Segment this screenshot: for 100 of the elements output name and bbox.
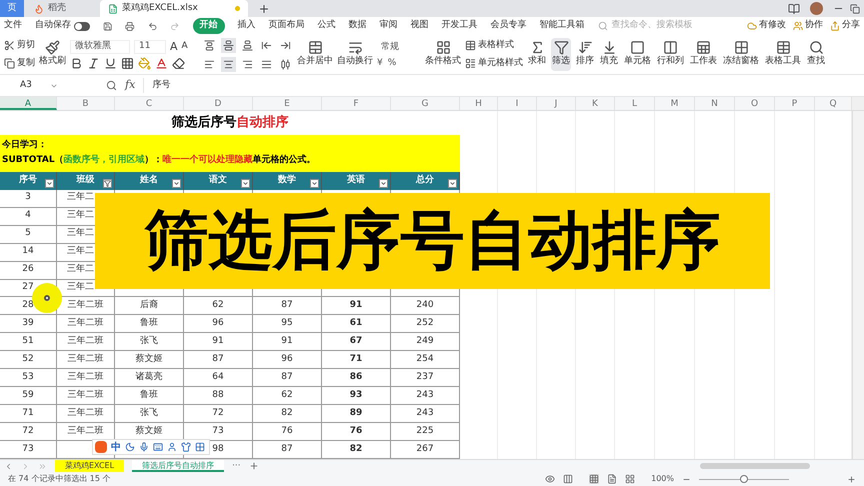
input-mode-label[interactable]: 中 — [111, 440, 121, 454]
menu-tab[interactable]: 页面布局 — [268, 19, 305, 33]
columns-icon[interactable] — [563, 474, 574, 484]
filter-dropdown-button[interactable] — [379, 178, 388, 188]
menu-tab[interactable]: 插入 — [238, 19, 256, 33]
normal-view-icon[interactable] — [589, 474, 600, 484]
person-icon[interactable] — [167, 442, 177, 452]
column-header[interactable]: F — [322, 97, 391, 110]
undo-icon[interactable] — [148, 20, 158, 32]
page-view-icon[interactable] — [607, 474, 618, 484]
menu-tab[interactable]: 智能工具箱 — [540, 19, 585, 33]
column-header[interactable]: D — [184, 97, 253, 110]
printer-icon[interactable] — [125, 20, 135, 32]
filter-dropdown-button[interactable] — [103, 178, 112, 188]
fill-color-icon[interactable] — [138, 56, 151, 70]
font-family-field[interactable]: 微软雅黑 — [70, 40, 130, 54]
keyboard-icon[interactable] — [153, 442, 163, 452]
copy-button[interactable]: 复制 — [4, 56, 35, 70]
column-header[interactable]: C — [115, 97, 184, 110]
autosave-toggle[interactable] — [74, 22, 90, 30]
shrink-font-button[interactable]: A — [182, 42, 188, 51]
microphone-icon[interactable] — [139, 442, 149, 452]
merge-center-button[interactable]: 合并居中 — [297, 40, 333, 69]
ribbon-tool-button[interactable]: 筛选 — [551, 38, 571, 71]
ribbon-tool-button[interactable]: 查找 — [806, 38, 826, 71]
column-header[interactable]: B — [57, 97, 115, 110]
menu-tab[interactable]: 会员专享 — [490, 19, 527, 33]
conditional-format-button[interactable]: 条件格式 — [425, 40, 461, 69]
menu-tab[interactable]: 开发工具 — [442, 19, 478, 33]
avatar-icon[interactable] — [810, 2, 823, 15]
grow-font-button[interactable]: A — [170, 41, 178, 52]
align-top-button[interactable] — [202, 38, 217, 52]
number-format-button[interactable]: ¥ — [377, 58, 383, 68]
header-action-button[interactable]: 有修改 — [747, 19, 786, 33]
column-header[interactable]: A — [0, 97, 57, 110]
filter-dropdown-button[interactable] — [241, 178, 250, 188]
cell-style-button[interactable]: 单元格样式 — [465, 56, 523, 70]
restore-icon[interactable] — [850, 4, 860, 14]
align-middle-button[interactable] — [221, 38, 236, 52]
eye-icon[interactable] — [545, 474, 556, 484]
wrap-text-button[interactable]: 自动换行 — [337, 40, 373, 69]
cut-button[interactable]: 剪切 — [4, 39, 35, 52]
column-header[interactable]: L — [615, 97, 655, 110]
menu-tab[interactable]: 数据 — [348, 19, 367, 33]
table-style-button[interactable]: 表格样式 — [465, 39, 523, 52]
add-sheet-icon[interactable] — [248, 461, 259, 471]
header-action-button[interactable]: 分享 — [830, 19, 860, 33]
grid-icon[interactable] — [195, 442, 205, 452]
zoom-level[interactable]: 100% — [651, 473, 674, 485]
ribbon-tool-button[interactable]: 求和 — [527, 38, 547, 71]
shirt-icon[interactable] — [181, 442, 191, 452]
input-logo-icon[interactable] — [95, 441, 107, 453]
column-header[interactable]: I — [498, 97, 537, 110]
menu-tab[interactable]: 审阅 — [380, 19, 398, 33]
column-header[interactable]: K — [576, 97, 615, 110]
column-header[interactable]: J — [537, 97, 576, 110]
italic-icon[interactable] — [87, 56, 100, 70]
align-center-button[interactable] — [221, 56, 236, 72]
function-button[interactable]: fx — [125, 77, 136, 94]
format-painter-button[interactable]: 格式刷 — [39, 40, 66, 69]
home-tab[interactable]: 页 — [0, 0, 24, 17]
number-format-button[interactable]: % — [388, 58, 396, 68]
ribbon-tool-button[interactable]: 表格工具 — [764, 38, 802, 71]
font-color-icon[interactable] — [155, 56, 168, 70]
column-header[interactable]: M — [655, 97, 695, 110]
column-header[interactable]: O — [735, 97, 775, 110]
more-sheets-button[interactable]: ··· — [232, 462, 241, 470]
column-header[interactable]: E — [253, 97, 322, 110]
align-bottom-button[interactable] — [240, 38, 255, 52]
ribbon-tool-button[interactable]: 冻结窗格 — [722, 38, 760, 71]
horizontal-scrollbar[interactable] — [700, 463, 810, 469]
document-tab[interactable]: 菜鸡鸡EXCEL.xlsx — [100, 0, 248, 17]
file-menu[interactable]: 文件 — [4, 19, 22, 33]
moon-icon[interactable] — [125, 442, 135, 452]
column-header[interactable]: G — [391, 97, 460, 110]
menu-tab[interactable]: 视图 — [410, 19, 429, 33]
filter-dropdown-button[interactable] — [172, 178, 181, 188]
zoom-slider-thumb[interactable] — [740, 474, 748, 482]
filter-dropdown-button[interactable] — [448, 178, 457, 188]
borders-icon[interactable] — [121, 56, 134, 70]
eraser-icon[interactable] — [172, 56, 185, 70]
vertical-scrollbar[interactable] — [852, 97, 864, 110]
save-icon[interactable] — [102, 20, 112, 32]
bold-icon[interactable] — [70, 56, 83, 70]
filter-dropdown-button[interactable] — [45, 178, 54, 188]
formula-field[interactable]: 序号 — [143, 78, 860, 93]
column-header[interactable]: N — [695, 97, 735, 110]
ribbon-tool-button[interactable]: 填充 — [599, 38, 619, 71]
zoom-in-icon[interactable] — [847, 474, 856, 484]
ribbon-tool-button[interactable]: 行和列 — [656, 38, 685, 71]
name-box[interactable]: A3 — [4, 78, 74, 93]
sheet-tab[interactable]: 筛选后序号自动排序 — [132, 460, 224, 472]
page-break-view-icon[interactable] — [625, 474, 636, 484]
ribbon-tool-button[interactable]: 单元格 — [623, 38, 652, 71]
font-size-field[interactable]: 11 — [134, 40, 166, 54]
column-header[interactable]: H — [460, 97, 498, 110]
ribbon-tool-button[interactable]: 排序 — [575, 38, 595, 71]
previous-sheet-icon[interactable] — [4, 462, 13, 470]
header-action-button[interactable]: 协作 — [793, 19, 824, 33]
underline-icon[interactable] — [104, 56, 117, 70]
